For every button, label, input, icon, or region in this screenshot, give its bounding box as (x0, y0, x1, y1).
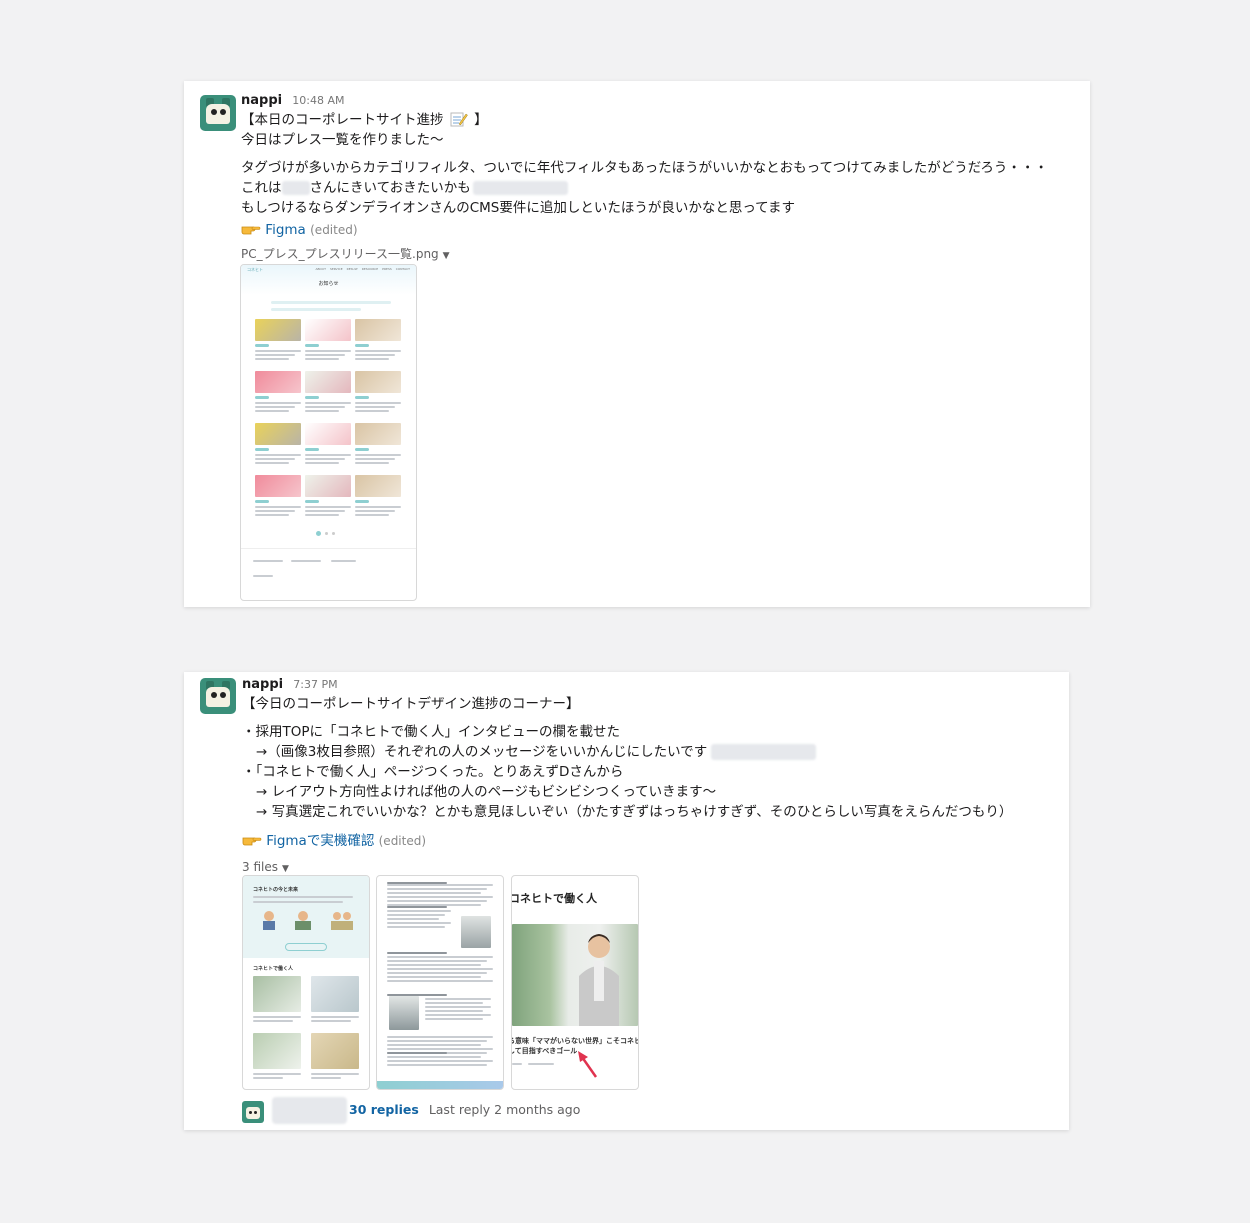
thumb-quote: る意味「ママがいらない世界」こそコネヒ して目指すべきゴール (511, 1037, 639, 1055)
preview-thumbnail (355, 423, 401, 445)
timestamp[interactable]: 7:37 PM (293, 678, 337, 691)
message-line: → 写真選定これでいいかな？とかも意見ほしいぞい（かたすぎずはっちゃけすぎず、そ… (256, 804, 1013, 820)
thumb-title: コネヒトで働く人 (511, 892, 597, 905)
preview-logo: コネヒト (247, 267, 263, 272)
file-thumbnail-2[interactable] (376, 875, 504, 1090)
image-preview[interactable]: コネヒト ABOUT SERVICE RESULT RESOURCE PRESS CONT… (240, 264, 417, 601)
message-card-1: nappi 10:48 AM 【本日のコーポレートサイト進捗 】 今日はプレス一… (184, 81, 1090, 607)
preview-thumbnail (355, 475, 401, 497)
chevron-down-icon[interactable]: ▼ (282, 864, 289, 874)
preview-thumbnail (305, 371, 351, 393)
thread-replies[interactable]: 30 replies Last reply 2 months ago (349, 1100, 580, 1120)
file-thumbnail-3[interactable]: コネヒトで働く人 る意味「ママがいらない世界」こそコネヒ して目指すべきゴール (511, 875, 639, 1090)
chevron-down-icon[interactable]: ▼ (443, 251, 450, 261)
author-name[interactable]: nappi (241, 93, 282, 108)
thumb-heading: コネヒトの今と未来 (253, 887, 299, 893)
preview-thumbnail (305, 423, 351, 445)
user-avatar[interactable] (200, 678, 236, 714)
preview-thumbnail (305, 475, 351, 497)
author-name[interactable]: nappi (242, 677, 283, 692)
redacted-name (281, 181, 310, 195)
file-title[interactable]: PC_プレス_プレスリリース一覧.png ▼ (241, 245, 1048, 265)
thumb-subheading: コネヒトで働く人 (253, 966, 294, 972)
replies-count[interactable]: 30 replies (349, 1102, 419, 1117)
preview-title: お知らせ (318, 281, 339, 287)
message-line: 今日はプレス一覧を作りました〜 (241, 132, 444, 148)
edited-label: (edited) (378, 834, 427, 848)
message-line: ・採用TOPに「コネヒトで働く人」インタビューの欄を載せた (242, 724, 621, 740)
message-line: 【本日のコーポレートサイト進捗 】 (241, 111, 488, 128)
preview-thumbnail (255, 423, 301, 445)
message-line: もしつけるならダンデライオンさんのCMS要件に追加しといたほうが良いかなと思って… (241, 200, 795, 216)
memo-icon (450, 111, 468, 127)
preview-thumbnail (355, 319, 401, 341)
preview-thumbnail (305, 319, 351, 341)
pointing-hand-icon (241, 221, 261, 235)
preview-thumbnail (355, 371, 401, 393)
preview-thumbnail (255, 371, 301, 393)
timestamp[interactable]: 10:48 AM (292, 94, 344, 107)
last-reply: Last reply 2 months ago (428, 1102, 581, 1117)
red-arrow-icon (578, 1051, 598, 1078)
message-line: これは さんにきいておきたいかも (241, 178, 1048, 198)
message-card-2: nappi 7:37 PM 【今日のコーポレートサイトデザイン進捗のコーナー】 … (184, 672, 1069, 1130)
message-line: →（画像3枚目参照）それぞれの人のメッセージをいいかんじにしたいです (242, 742, 1012, 762)
pointing-hand-icon (242, 832, 262, 846)
message-line: → レイアウト方向性よければ他の人のページもビシビシつくっていきます〜 (256, 784, 717, 800)
reply-avatar[interactable] (242, 1101, 264, 1123)
preview-thumbnail (255, 319, 301, 341)
message-line: 【今日のコーポレートサイトデザイン進捗のコーナー】 (242, 696, 580, 712)
preview-thumbnail (255, 475, 301, 497)
user-avatar[interactable] (200, 95, 236, 131)
redacted-emoji (711, 744, 817, 760)
edited-label: (edited) (310, 223, 358, 237)
message-line: ・「コネヒトで働く人」ページつくった。とりあえずDさんから (242, 764, 624, 780)
redacted-emoji (472, 181, 568, 195)
message-line: タグづけが多いからカテゴリフィルタ、ついでに年代フィルタもあったほうがいいかなと… (241, 160, 1048, 176)
figma-link[interactable]: Figma (265, 222, 306, 238)
file-thumbnail-1[interactable]: コネヒトの今と未来 コネヒトで働く人 (242, 875, 370, 1090)
redacted-avatars (272, 1097, 347, 1124)
figma-link[interactable]: Figmaで実機確認 (266, 833, 374, 849)
